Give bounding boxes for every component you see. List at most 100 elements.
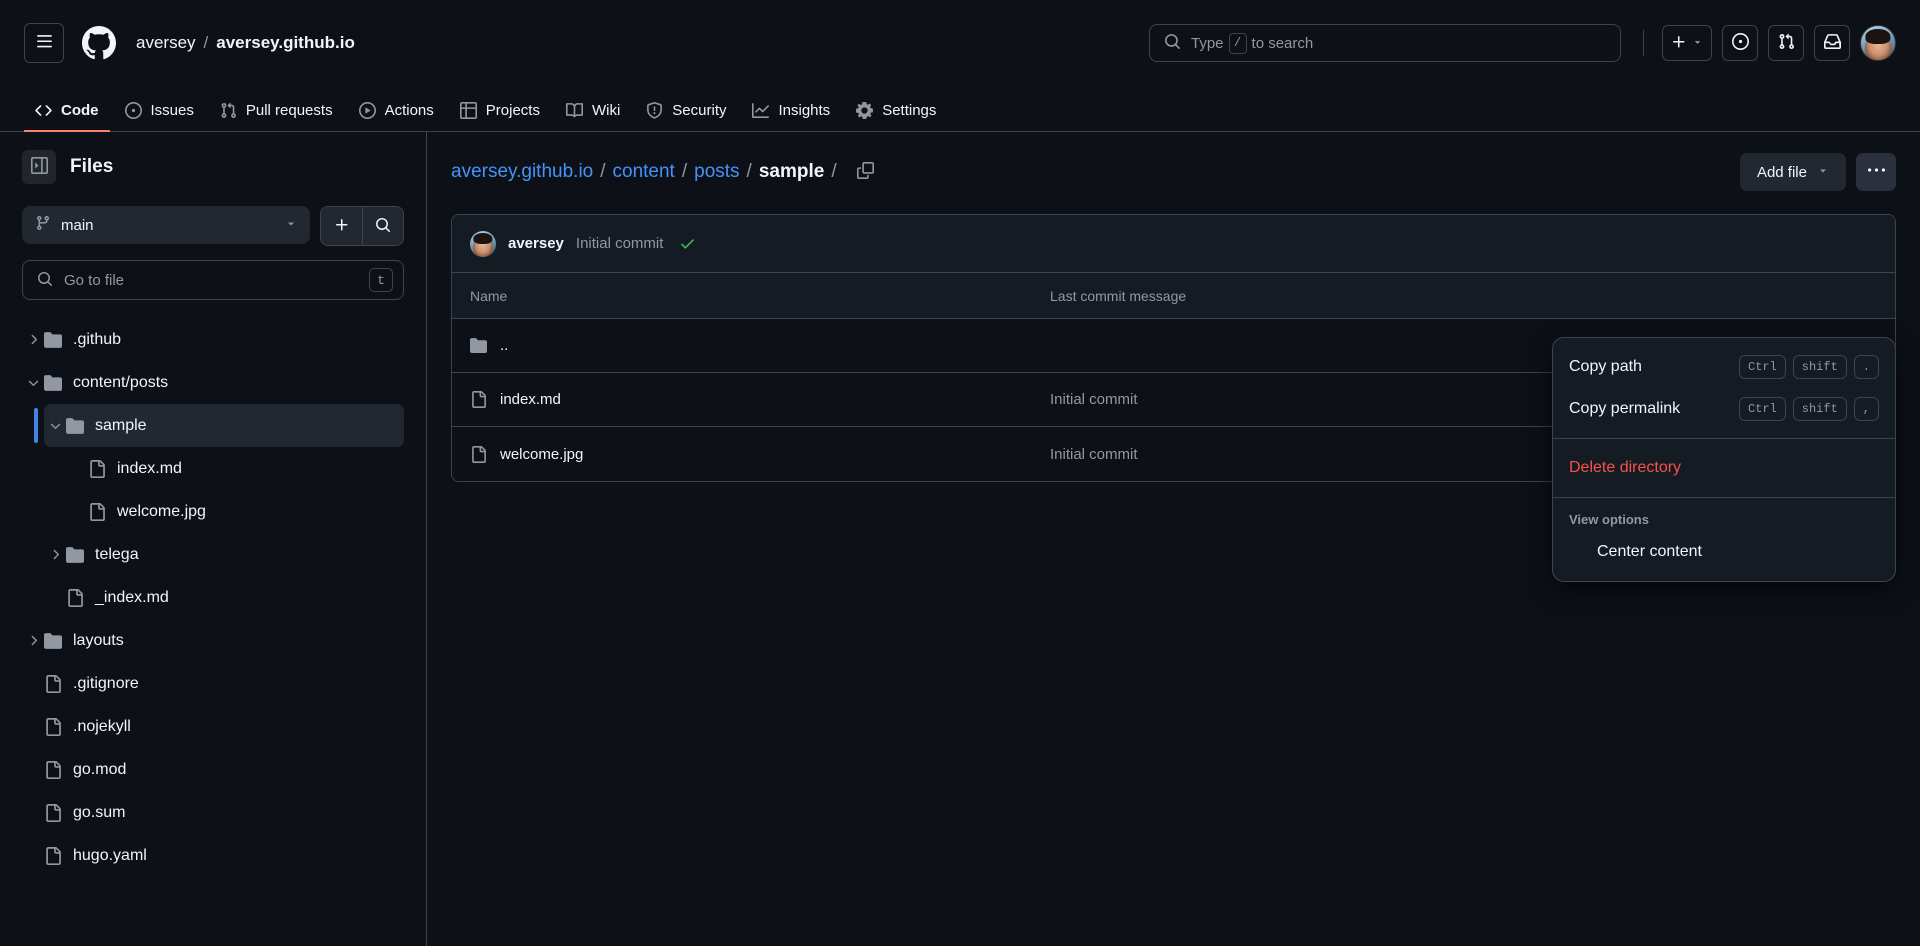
tree-item-hugo-yaml[interactable]: hugo.yaml bbox=[22, 834, 404, 877]
graph-icon bbox=[752, 102, 770, 119]
tab-actions-label: Actions bbox=[384, 101, 434, 119]
tree-item-index-md[interactable]: _index.md bbox=[44, 576, 404, 619]
tab-projects[interactable]: Projects bbox=[449, 90, 551, 132]
tree-item-telega[interactable]: telega bbox=[44, 533, 404, 576]
add-file-sidebar-button[interactable] bbox=[321, 207, 362, 245]
tab-issues[interactable]: Issues bbox=[114, 90, 205, 132]
create-new-button[interactable] bbox=[1662, 25, 1712, 61]
notifications-inbox-button[interactable] bbox=[1814, 25, 1850, 61]
breadcrumb-segment-aversey-github-io[interactable]: aversey.github.io bbox=[451, 161, 593, 183]
global-search-input[interactable]: Type / to search bbox=[1149, 24, 1621, 62]
tab-actions[interactable]: Actions bbox=[348, 90, 445, 132]
avatar-hair bbox=[1865, 29, 1891, 44]
chevron-down-icon[interactable] bbox=[22, 375, 44, 390]
file-tree-sidebar: Files main Go to file t .github content/… bbox=[0, 132, 427, 946]
path-breadcrumb: aversey.github.io / content / posts / sample / bbox=[451, 161, 837, 183]
more-options-button[interactable] bbox=[1856, 153, 1896, 191]
github-logo-icon[interactable] bbox=[82, 26, 116, 60]
tree-item-sample[interactable]: sample bbox=[34, 404, 404, 447]
search-prefix-text: Type bbox=[1191, 34, 1224, 52]
branch-selector[interactable]: main bbox=[22, 206, 310, 244]
tab-issues-label: Issues bbox=[150, 101, 194, 119]
issue-opened-icon bbox=[124, 101, 142, 119]
check-icon[interactable] bbox=[679, 235, 696, 252]
breadcrumb-segment-content[interactable]: content bbox=[613, 161, 675, 183]
plus-icon bbox=[334, 217, 350, 236]
content-header-actions: Add file bbox=[1739, 153, 1896, 191]
tree-item-content-posts[interactable]: content/posts bbox=[22, 361, 404, 404]
tree-item-github[interactable]: .github bbox=[22, 318, 404, 361]
copy-path-button[interactable] bbox=[849, 155, 883, 189]
tree-item-layouts[interactable]: layouts bbox=[22, 619, 404, 662]
chevron-down-icon[interactable] bbox=[44, 418, 66, 433]
menu-item-center-content[interactable]: Center content bbox=[1553, 531, 1895, 573]
go-to-file-field[interactable]: t bbox=[22, 260, 404, 300]
tab-security[interactable]: Security bbox=[635, 90, 737, 132]
commit-author-avatar[interactable] bbox=[470, 230, 496, 257]
file-icon bbox=[470, 445, 487, 463]
go-to-file-input[interactable] bbox=[64, 271, 358, 289]
file-name-link[interactable]: .. bbox=[500, 337, 508, 354]
user-avatar[interactable] bbox=[1860, 25, 1896, 61]
folder-icon bbox=[44, 632, 62, 650]
menu-item-copy-path[interactable]: Copy path Ctrl shift . bbox=[1553, 346, 1895, 388]
breadcrumb-owner[interactable]: aversey bbox=[136, 33, 196, 53]
tree-item-go-sum[interactable]: go.sum bbox=[22, 791, 404, 834]
search-icon bbox=[375, 217, 391, 236]
pull-requests-button[interactable] bbox=[1768, 25, 1804, 61]
shield-icon bbox=[646, 101, 663, 119]
kbd-shift: shift bbox=[1792, 355, 1847, 379]
chevron-right-icon[interactable] bbox=[22, 633, 44, 648]
tab-settings[interactable]: Settings bbox=[845, 90, 947, 132]
tab-pull-requests[interactable]: Pull requests bbox=[209, 90, 344, 132]
chevron-right-icon[interactable] bbox=[44, 547, 66, 562]
hamburger-menu-button[interactable] bbox=[24, 23, 64, 63]
global-header: aversey / aversey.github.io Type / to se… bbox=[0, 0, 1920, 86]
cell-name: index.md bbox=[470, 391, 1050, 408]
branch-controls: main bbox=[22, 206, 404, 246]
tree-item-welcome-jpg[interactable]: welcome.jpg bbox=[66, 490, 404, 533]
menu-item-copy-permalink-label: Copy permalink bbox=[1569, 400, 1681, 417]
commit-author-name[interactable]: aversey bbox=[508, 235, 564, 252]
column-header-message: Last commit message bbox=[1050, 287, 1187, 304]
file-icon bbox=[44, 846, 62, 865]
tree-item-label: go.sum bbox=[73, 803, 126, 821]
commit-message[interactable]: Initial commit bbox=[576, 235, 664, 252]
breadcrumb-separator: / bbox=[203, 33, 209, 52]
file-name-link[interactable]: welcome.jpg bbox=[500, 446, 583, 463]
folder-icon bbox=[66, 417, 84, 435]
breadcrumb-separator: / bbox=[681, 161, 688, 182]
tree-item-go-mod[interactable]: go.mod bbox=[22, 748, 404, 791]
tab-pull-requests-label: Pull requests bbox=[245, 101, 333, 119]
breadcrumb-repo[interactable]: aversey.github.io bbox=[216, 33, 355, 53]
file-name-link[interactable]: index.md bbox=[500, 391, 561, 408]
tab-wiki[interactable]: Wiki bbox=[555, 90, 631, 132]
tab-settings-label: Settings bbox=[882, 101, 937, 119]
chevron-right-icon[interactable] bbox=[22, 332, 44, 347]
file-icon bbox=[88, 502, 106, 521]
search-files-button[interactable] bbox=[362, 207, 403, 245]
menu-item-delete-directory[interactable]: Delete directory bbox=[1553, 447, 1895, 489]
breadcrumb-separator: / bbox=[600, 161, 606, 182]
menu-item-copy-permalink[interactable]: Copy permalink Ctrl shift , bbox=[1553, 388, 1895, 430]
tree-item-label: hugo.yaml bbox=[73, 846, 147, 864]
issues-button[interactable] bbox=[1722, 25, 1758, 61]
content-header: aversey.github.io / content / posts / sample / … bbox=[451, 152, 1896, 192]
file-icon bbox=[44, 803, 62, 822]
tree-item-label: .github bbox=[73, 330, 122, 348]
tab-code[interactable]: Code bbox=[24, 90, 110, 132]
tab-insights[interactable]: Insights bbox=[741, 90, 841, 132]
book-icon bbox=[565, 102, 583, 119]
tree-item-label: go.mod bbox=[73, 760, 127, 778]
tree-item-nojekyll[interactable]: .nojekyll bbox=[22, 705, 404, 748]
hamburger-icon bbox=[36, 33, 53, 53]
tree-item-index-md[interactable]: index.md bbox=[66, 447, 404, 490]
kbd-comma: , bbox=[1853, 397, 1879, 421]
sidebar-collapse-button[interactable] bbox=[22, 150, 56, 184]
git-pull-request-icon bbox=[220, 102, 237, 119]
tree-item-gitignore[interactable]: .gitignore bbox=[22, 662, 404, 705]
add-file-button[interactable]: Add file bbox=[1739, 153, 1846, 191]
breadcrumb-segment-posts[interactable]: posts bbox=[694, 161, 739, 183]
menu-item-delete-directory-label: Delete directory bbox=[1569, 459, 1682, 476]
kbd-ctrl: Ctrl bbox=[1738, 397, 1786, 421]
